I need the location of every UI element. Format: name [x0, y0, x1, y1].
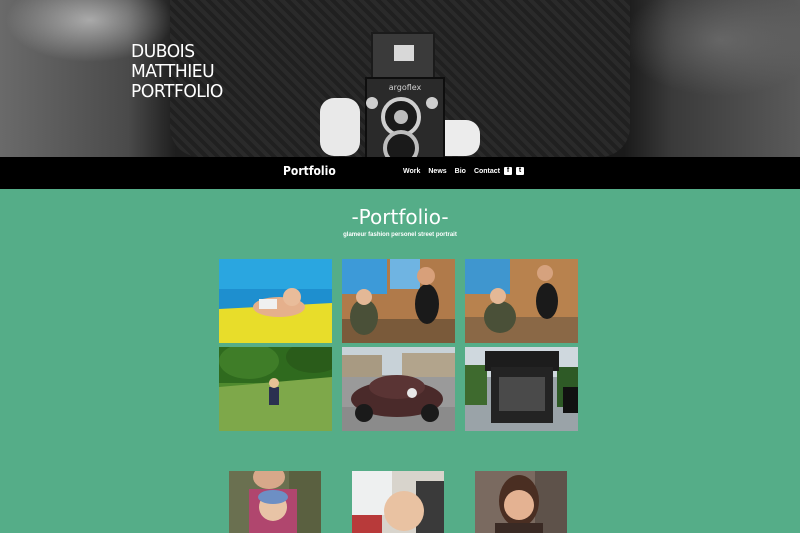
- photo-baby-closeup-image: [352, 471, 444, 533]
- nav-link-contact[interactable]: Contact: [474, 168, 500, 175]
- photo-child-on-grass-image: [219, 347, 332, 431]
- top-navbar: Portfolio Work News Bio Contact f t: [0, 157, 800, 189]
- camera-label-text: argoflex: [389, 83, 422, 92]
- nav-link-news[interactable]: News: [428, 168, 446, 175]
- hero-banner: argoflex DUBOIS MATTHIEU PORTFOLIO: [0, 0, 800, 157]
- photo-vintage-beetle-car-image: [342, 347, 455, 431]
- nav-links: Work News Bio Contact: [403, 168, 500, 175]
- photo-woman-smiling[interactable]: [475, 471, 567, 533]
- hero-title-line-2: MATTHIEU: [131, 61, 215, 82]
- photo-baby-closeup[interactable]: [352, 471, 444, 533]
- photo-mother-baby-living-room-image: [342, 259, 455, 343]
- photo-van-trunk-open[interactable]: [465, 347, 578, 431]
- photo-baby-carrier-image: [229, 471, 321, 533]
- portfolio-tags: glameur fashion personel street portrait: [343, 232, 457, 238]
- nav-link-work[interactable]: Work: [403, 168, 420, 175]
- camera-illustration: argoflex: [320, 32, 480, 157]
- twitter-icon[interactable]: t: [516, 167, 524, 175]
- photo-vintage-beetle-car[interactable]: [342, 347, 455, 431]
- hero-title-line-3: PORTFOLIO: [131, 81, 223, 102]
- photo-woman-smiling-image: [475, 471, 567, 533]
- photo-child-on-grass[interactable]: [219, 347, 332, 431]
- social-links: f t: [504, 167, 524, 175]
- photo-mother-baby-play-mat-image: [465, 259, 578, 343]
- navbar-brand[interactable]: Portfolio: [283, 164, 336, 178]
- photo-van-trunk-open-image: [465, 347, 578, 431]
- facebook-icon[interactable]: f: [504, 167, 512, 175]
- hero-title-line-1: DUBOIS: [131, 41, 195, 62]
- photo-mother-baby-living-room[interactable]: [342, 259, 455, 343]
- photo-mother-baby-play-mat[interactable]: [465, 259, 578, 343]
- photo-baby-carrier[interactable]: [229, 471, 321, 533]
- nav-link-bio[interactable]: Bio: [455, 168, 466, 175]
- portfolio-heading: -Portfolio-: [351, 205, 449, 229]
- photo-baby-pool[interactable]: [219, 259, 332, 343]
- hero-title: DUBOIS MATTHIEU PORTFOLIO: [131, 42, 223, 102]
- photo-baby-pool-image: [219, 259, 332, 343]
